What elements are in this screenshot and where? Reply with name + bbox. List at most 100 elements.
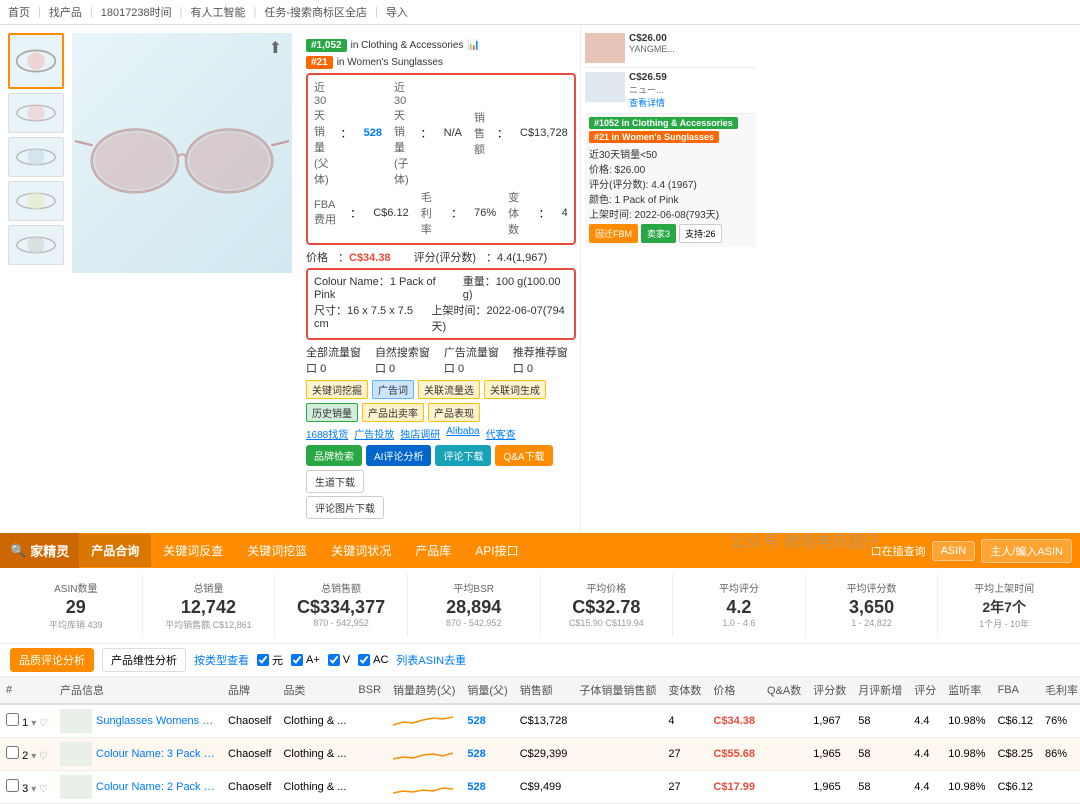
kw-tag-1[interactable]: 广告词 — [372, 380, 414, 399]
cell-child-1 — [573, 704, 662, 738]
ai-analysis-btn[interactable]: AI评论分析 — [366, 445, 431, 466]
sr-price: 价格: $26.00 — [589, 161, 752, 176]
kw-tag-5[interactable]: 产品出卖率 — [362, 403, 424, 422]
checkbox-ac[interactable]: AC — [358, 654, 388, 666]
cell-reviews-1: 1,967 — [807, 704, 852, 738]
launch-label: 上架时间 — [432, 305, 476, 317]
link-store[interactable]: 独店调研 — [400, 426, 440, 441]
share-icon[interactable]: ⬆ — [269, 38, 282, 58]
brand-search-btn[interactable]: 品牌检索 — [306, 445, 362, 466]
cell-product-1: Sunglasses Womens Men ... — [54, 704, 222, 738]
topbar-item-ai[interactable]: 有人工智能 — [191, 4, 246, 20]
table-container: # 产品信息 品牌 品类 BSR 销量趋势(父) 销量(父) 销售额 子体销量销… — [0, 677, 1080, 804]
cell-monthly-3: 58 — [852, 771, 908, 804]
kw-tag-3[interactable]: 关联词生成 — [484, 380, 546, 399]
cell-bsr-1 — [352, 704, 387, 738]
th-price[interactable]: 价格 — [707, 677, 761, 704]
cell-revenue-3: C$9,499 — [514, 771, 574, 804]
sr-btn-fbm[interactable]: 固迁FBM — [589, 224, 638, 243]
thumbnail-3[interactable] — [8, 137, 64, 177]
filter-btn-product[interactable]: 产品维性分析 — [102, 648, 186, 672]
nav-item-keywords[interactable]: 关键词反查 — [151, 534, 235, 567]
kw-tag-2[interactable]: 关联流量选 — [418, 380, 480, 399]
nav-asin-input-btn[interactable]: 主人/蝙入ASIN — [981, 539, 1072, 563]
th-monthly[interactable]: 月评新增 — [852, 677, 908, 704]
sp-detail-link[interactable]: 查看详情 — [629, 96, 756, 109]
product-info-panel: #1,052 in Clothing & Accessories 📊 #21 i… — [300, 33, 582, 525]
nav-item-keyword-basket[interactable]: 关键词挖篮 — [235, 534, 319, 567]
product-name-2[interactable]: Colour Name: 3 Pack of Gr... — [96, 748, 216, 760]
th-category[interactable]: 品类 — [277, 677, 352, 704]
th-revenue[interactable]: 销售额 — [514, 677, 574, 704]
top-bar: 首页 | 找产品 | 18017238时间 | 有人工智能 | 任务-搜索商标区… — [0, 0, 1080, 25]
link-ad[interactable]: 广告投放 — [354, 426, 394, 441]
cell-fba-1: C$6.12 — [992, 704, 1039, 738]
th-sales[interactable]: 销量(父) — [461, 677, 513, 704]
sr-btn-seller[interactable]: 卖家3 — [641, 224, 676, 243]
qa-download-btn[interactable]: Q&A下载 — [495, 445, 552, 466]
checkbox-yuan[interactable]: 元 — [257, 652, 283, 668]
row-checkbox-2[interactable] — [6, 746, 19, 759]
sr-sales30: 近30天销量<50 — [589, 146, 752, 161]
topbar-item-home[interactable]: 首页 — [8, 4, 30, 20]
sp-price-2: C$26.59 — [629, 72, 756, 83]
sp-seller-1: YANGME... — [629, 44, 756, 54]
cell-child-3 — [573, 771, 662, 804]
th-rating[interactable]: 评分 — [908, 677, 942, 704]
sp-price-1: C$26.00 — [629, 33, 756, 44]
rank1-category: in Clothing & Accessories — [351, 40, 464, 51]
cell-margin-2: 86% — [1039, 738, 1080, 771]
topbar-item-find[interactable]: 找产品 — [49, 4, 82, 20]
product-name-3[interactable]: Colour Name: 2 Pack of Gr... — [96, 781, 216, 793]
margin-val: 76% — [474, 207, 496, 219]
kw-tag-4[interactable]: 历史销量 — [306, 403, 358, 422]
row-checkbox-3[interactable] — [6, 779, 19, 792]
nav-item-keyword-status[interactable]: 关键词状况 — [319, 534, 403, 567]
th-bsr[interactable]: BSR — [352, 677, 387, 704]
topbar-item-import[interactable]: 导入 — [386, 4, 408, 20]
review-download-btn[interactable]: 评论下载 — [435, 445, 491, 466]
row-img-3 — [60, 775, 92, 799]
filter-btn-review[interactable]: 品质评论分析 — [10, 648, 94, 672]
th-qa[interactable]: Q&A数 — [761, 677, 807, 704]
nav-item-api[interactable]: API接口 — [463, 534, 530, 567]
cell-price-3: C$17.99 — [707, 771, 761, 804]
th-product[interactable]: 产品信息 — [54, 677, 222, 704]
thumbnail-main[interactable] — [8, 33, 64, 89]
th-brand[interactable]: 品牌 — [222, 677, 277, 704]
nav-asin-btn[interactable]: ASIN — [932, 541, 976, 561]
checkbox-v[interactable]: V — [328, 654, 350, 666]
cell-rating-1: 4.4 — [908, 704, 942, 738]
filter-type-btn[interactable]: 按类型查看 — [194, 652, 249, 668]
row-checkbox-1[interactable] — [6, 713, 19, 726]
checkbox-aplus[interactable]: A+ — [291, 654, 320, 666]
nav-item-product-lib[interactable]: 产品库 — [403, 534, 463, 567]
kw-tag-6[interactable]: 产品表现 — [428, 403, 480, 422]
product-section: ⬆ #1 — [0, 25, 1080, 533]
link-1688[interactable]: 1688找货 — [306, 426, 348, 441]
nav-item-product[interactable]: 产品合询 — [79, 534, 151, 567]
link-agent[interactable]: 代客查 — [486, 426, 516, 441]
kw-tag-0[interactable]: 关键词挖掘 — [306, 380, 368, 399]
thumbnail-2[interactable] — [8, 93, 64, 133]
live-download-btn[interactable]: 生道下载 — [306, 470, 364, 493]
th-margin[interactable]: 毛利率 — [1039, 677, 1080, 704]
product-panel: ⬆ #1 — [0, 25, 580, 533]
thumbnail-4[interactable] — [8, 181, 64, 221]
th-monitor[interactable]: 监听率 — [942, 677, 991, 704]
review-img-download-btn[interactable]: 评论图片下载 — [306, 496, 384, 519]
th-variants[interactable]: 变体数 — [662, 677, 707, 704]
thumbnail-5[interactable] — [8, 225, 64, 265]
link-alibaba[interactable]: Alibaba — [446, 426, 479, 441]
filter-row: 品质评论分析 产品维性分析 按类型查看 元 A+ V AC 列表ASIN去重 — [0, 644, 1080, 677]
sr-btn-support[interactable]: 支持:26 — [679, 224, 722, 243]
sales30-label: 近30天销量(父体) — [314, 79, 329, 187]
th-fba[interactable]: FBA — [992, 677, 1039, 704]
rating-label: 评分(评分数) — [414, 252, 476, 264]
stat-cell-6: 平均评分数 3,650 1 - 24,822 — [806, 574, 939, 637]
topbar-item-task[interactable]: 任务-搜索商标区全店 — [264, 4, 367, 20]
nav-logo: 🔍 家精灵 — [0, 533, 79, 568]
th-reviews[interactable]: 评分数 — [807, 677, 852, 704]
product-name-1[interactable]: Sunglasses Womens Men ... — [96, 715, 216, 727]
list-asin-dedup-btn[interactable]: 列表ASIN去重 — [396, 652, 466, 668]
